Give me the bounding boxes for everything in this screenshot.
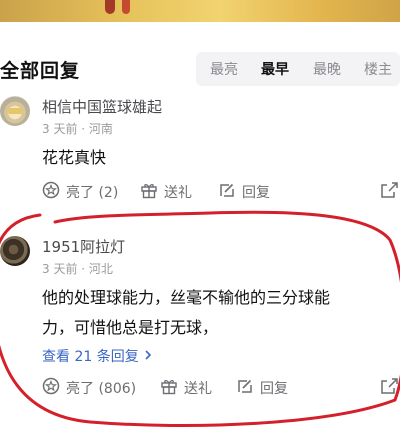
- sort-tabs: 最亮 最早 最晚 楼主: [196, 52, 400, 86]
- reply-button[interactable]: 回复: [218, 180, 270, 204]
- view-replies-label: 查看 21 条回复: [42, 349, 139, 365]
- gift-button[interactable]: 送礼: [160, 376, 212, 400]
- share-icon[interactable]: [380, 376, 398, 400]
- reply-button[interactable]: 回复: [236, 376, 288, 400]
- reply-icon: [218, 181, 236, 203]
- like-button[interactable]: 亮了 (2): [42, 180, 118, 204]
- reply-label: 回复: [242, 185, 270, 201]
- like-button[interactable]: 亮了 (806): [42, 376, 136, 400]
- username[interactable]: 相信中国篮球雄起: [42, 96, 162, 117]
- like-count: 亮了 (806): [66, 381, 137, 397]
- gift-icon: [160, 377, 178, 399]
- comment-actions: 亮了 (2) 送礼 回复: [0, 180, 400, 204]
- sort-tab-earliest[interactable]: 最早: [261, 59, 289, 79]
- avatar[interactable]: [0, 96, 30, 126]
- comments-header: 全部回复 最亮 最早 最晚 楼主: [0, 52, 400, 88]
- like-icon: [42, 181, 60, 203]
- sort-tab-latest[interactable]: 最晚: [313, 59, 341, 79]
- view-replies-link[interactable]: 查看 21 条回复: [42, 346, 153, 366]
- share-icon[interactable]: [380, 180, 398, 204]
- comment-text-line-2: 力，可惜他总是打无球，: [42, 318, 219, 337]
- gift-icon: [140, 181, 158, 203]
- comment-meta: 3 天前 · 河南: [42, 122, 113, 136]
- chevron-right-icon: [143, 349, 153, 365]
- all-replies-title: 全部回复: [0, 60, 81, 82]
- username[interactable]: 1951阿拉灯: [42, 236, 125, 257]
- like-count: 亮了 (2): [66, 185, 119, 201]
- comment-actions: 亮了 (806) 送礼 回复: [0, 376, 400, 400]
- comment-meta: 3 天前 · 河北: [42, 262, 113, 276]
- gift-button[interactable]: 送礼: [140, 180, 192, 204]
- avatar[interactable]: [0, 236, 30, 266]
- comment-text: 花花真快: [42, 148, 107, 167]
- gift-label: 送礼: [184, 381, 212, 397]
- comment-text-line-1: 他的处理球能力，丝毫不输他的三分球能: [42, 288, 331, 307]
- like-icon: [42, 377, 60, 399]
- top-image-strip: [0, 0, 400, 22]
- sort-tab-brightest[interactable]: 最亮: [210, 59, 238, 79]
- sort-tab-op[interactable]: 楼主: [364, 59, 392, 79]
- gift-label: 送礼: [164, 185, 192, 201]
- image-detail: [122, 0, 130, 14]
- reply-icon: [236, 377, 254, 399]
- reply-label: 回复: [260, 381, 288, 397]
- image-detail: [105, 0, 115, 14]
